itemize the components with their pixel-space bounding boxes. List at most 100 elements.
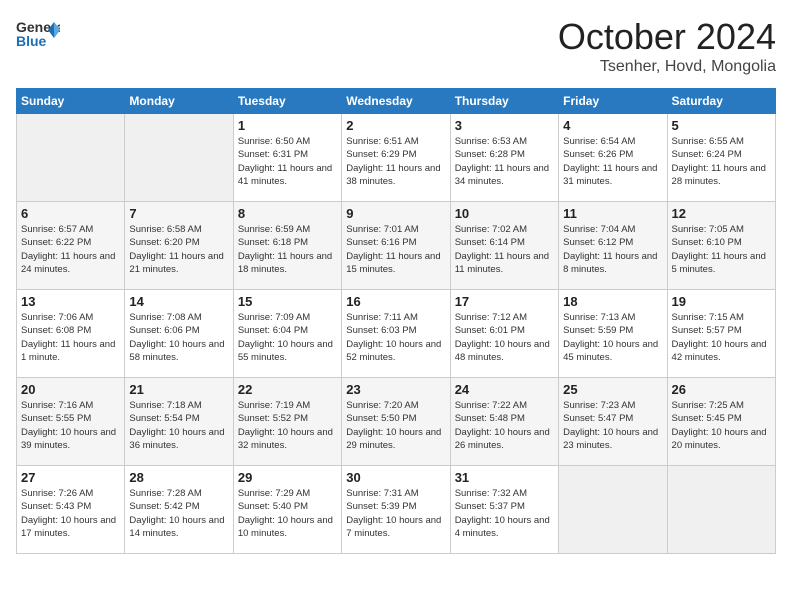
- day-number: 29: [238, 470, 337, 485]
- calendar-week-row: 13 Sunrise: 7:06 AM Sunset: 6:08 PM Dayli…: [17, 290, 776, 378]
- day-info: Sunrise: 7:29 AM Sunset: 5:40 PM Dayligh…: [238, 487, 337, 540]
- logo-icon: General Blue: [16, 16, 60, 54]
- day-number: 12: [672, 206, 771, 221]
- logo: General Blue: [16, 16, 60, 54]
- calendar-day-cell: 7Sunrise: 6:58 AM Sunset: 6:20 PM Daylig…: [125, 202, 233, 290]
- day-info: Sunrise: 6:51 AM Sunset: 6:29 PM Dayligh…: [346, 135, 445, 188]
- calendar-week-row: 20Sunrise: 7:16 AM Sunset: 5:55 PM Dayli…: [17, 378, 776, 466]
- calendar-header: SundayMondayTuesdayWednesdayThursdayFrid…: [17, 89, 776, 114]
- calendar-day-cell: 3Sunrise: 6:53 AM Sunset: 6:28 PM Daylig…: [450, 114, 558, 202]
- day-info: Sunrise: 7:01 AM Sunset: 6:16 PM Dayligh…: [346, 223, 445, 276]
- calendar-day-cell: 1Sunrise: 6:50 AM Sunset: 6:31 PM Daylig…: [233, 114, 341, 202]
- day-number: 31: [455, 470, 554, 485]
- calendar-day-cell: 17 Sunrise: 7:12 AM Sunset: 6:01 PM Dayli…: [450, 290, 558, 378]
- month-title: October 2024: [558, 16, 776, 58]
- calendar-week-row: 1Sunrise: 6:50 AM Sunset: 6:31 PM Daylig…: [17, 114, 776, 202]
- calendar-day-cell: 18 Sunrise: 7:13 AM Sunset: 5:59 PM Dayli…: [559, 290, 667, 378]
- day-number: 6: [21, 206, 120, 221]
- day-info: Sunrise: 7:15 AM Sunset: 5:57 PM Dayligh…: [672, 311, 771, 364]
- calendar-day-cell: 5Sunrise: 6:55 AM Sunset: 6:24 PM Daylig…: [667, 114, 775, 202]
- day-number: 17: [455, 294, 554, 309]
- calendar-day-cell: 28Sunrise: 7:28 AM Sunset: 5:42 PM Dayli…: [125, 466, 233, 554]
- day-info: Sunrise: 7:20 AM Sunset: 5:50 PM Dayligh…: [346, 399, 445, 452]
- calendar-day-cell: 23 Sunrise: 7:20 AM Sunset: 5:50 PM Dayli…: [342, 378, 450, 466]
- calendar-day-cell: 2Sunrise: 6:51 AM Sunset: 6:29 PM Daylig…: [342, 114, 450, 202]
- day-info: Sunrise: 7:12 AM Sunset: 6:01 PM Dayligh…: [455, 311, 554, 364]
- day-number: 26: [672, 382, 771, 397]
- weekday-header-row: SundayMondayTuesdayWednesdayThursdayFrid…: [17, 89, 776, 114]
- calendar-day-cell: 27 Sunrise: 7:26 AM Sunset: 5:43 PM Dayli…: [17, 466, 125, 554]
- day-info: Sunrise: 7:16 AM Sunset: 5:55 PM Dayligh…: [21, 399, 120, 452]
- calendar-day-cell: [125, 114, 233, 202]
- location-subtitle: Tsenher, Hovd, Mongolia: [558, 58, 776, 76]
- day-number: 15: [238, 294, 337, 309]
- day-info: Sunrise: 6:58 AM Sunset: 6:20 PM Dayligh…: [129, 223, 228, 276]
- day-number: 28: [129, 470, 228, 485]
- day-info: Sunrise: 7:06 AM Sunset: 6:08 PM Dayligh…: [21, 311, 120, 364]
- title-area: October 2024 Tsenher, Hovd, Mongolia: [558, 16, 776, 76]
- page-header: General Blue October 2024 Tsenher, Hovd,…: [16, 16, 776, 76]
- day-number: 16: [346, 294, 445, 309]
- day-number: 14: [129, 294, 228, 309]
- calendar-day-cell: 12 Sunrise: 7:05 AM Sunset: 6:10 PM Dayli…: [667, 202, 775, 290]
- calendar-day-cell: 19 Sunrise: 7:15 AM Sunset: 5:57 PM Dayli…: [667, 290, 775, 378]
- day-number: 27: [21, 470, 120, 485]
- day-info: Sunrise: 7:05 AM Sunset: 6:10 PM Dayligh…: [672, 223, 771, 276]
- calendar-day-cell: 14 Sunrise: 7:08 AM Sunset: 6:06 PM Dayli…: [125, 290, 233, 378]
- day-info: Sunrise: 7:04 AM Sunset: 6:12 PM Dayligh…: [563, 223, 662, 276]
- day-number: 21: [129, 382, 228, 397]
- calendar-day-cell: 11 Sunrise: 7:04 AM Sunset: 6:12 PM Dayli…: [559, 202, 667, 290]
- calendar-day-cell: 22Sunrise: 7:19 AM Sunset: 5:52 PM Dayli…: [233, 378, 341, 466]
- weekday-header-cell: Friday: [559, 89, 667, 114]
- day-info: Sunrise: 7:08 AM Sunset: 6:06 PM Dayligh…: [129, 311, 228, 364]
- day-info: Sunrise: 7:26 AM Sunset: 5:43 PM Dayligh…: [21, 487, 120, 540]
- day-info: Sunrise: 7:31 AM Sunset: 5:39 PM Dayligh…: [346, 487, 445, 540]
- calendar-week-row: 27 Sunrise: 7:26 AM Sunset: 5:43 PM Dayli…: [17, 466, 776, 554]
- day-number: 13: [21, 294, 120, 309]
- day-info: Sunrise: 6:59 AM Sunset: 6:18 PM Dayligh…: [238, 223, 337, 276]
- calendar-day-cell: 15 Sunrise: 7:09 AM Sunset: 6:04 PM Dayli…: [233, 290, 341, 378]
- calendar-day-cell: 6 Sunrise: 6:57 AM Sunset: 6:22 PM Daylig…: [17, 202, 125, 290]
- calendar-week-row: 6 Sunrise: 6:57 AM Sunset: 6:22 PM Daylig…: [17, 202, 776, 290]
- day-number: 25: [563, 382, 662, 397]
- day-number: 4: [563, 118, 662, 133]
- day-number: 9: [346, 206, 445, 221]
- day-info: Sunrise: 7:13 AM Sunset: 5:59 PM Dayligh…: [563, 311, 662, 364]
- calendar-day-cell: [17, 114, 125, 202]
- calendar-day-cell: 24 Sunrise: 7:22 AM Sunset: 5:48 PM Dayli…: [450, 378, 558, 466]
- day-info: Sunrise: 7:18 AM Sunset: 5:54 PM Dayligh…: [129, 399, 228, 452]
- day-number: 24: [455, 382, 554, 397]
- day-info: Sunrise: 7:22 AM Sunset: 5:48 PM Dayligh…: [455, 399, 554, 452]
- day-info: Sunrise: 6:54 AM Sunset: 6:26 PM Dayligh…: [563, 135, 662, 188]
- day-info: Sunrise: 7:25 AM Sunset: 5:45 PM Dayligh…: [672, 399, 771, 452]
- day-number: 5: [672, 118, 771, 133]
- day-number: 23: [346, 382, 445, 397]
- calendar-day-cell: 20Sunrise: 7:16 AM Sunset: 5:55 PM Dayli…: [17, 378, 125, 466]
- day-number: 30: [346, 470, 445, 485]
- day-info: Sunrise: 7:11 AM Sunset: 6:03 PM Dayligh…: [346, 311, 445, 364]
- day-number: 22: [238, 382, 337, 397]
- day-info: Sunrise: 6:57 AM Sunset: 6:22 PM Dayligh…: [21, 223, 120, 276]
- calendar-day-cell: 10Sunrise: 7:02 AM Sunset: 6:14 PM Dayli…: [450, 202, 558, 290]
- calendar-day-cell: 29 Sunrise: 7:29 AM Sunset: 5:40 PM Dayli…: [233, 466, 341, 554]
- calendar-day-cell: 31 Sunrise: 7:32 AM Sunset: 5:37 PM Dayli…: [450, 466, 558, 554]
- calendar-day-cell: 26 Sunrise: 7:25 AM Sunset: 5:45 PM Dayli…: [667, 378, 775, 466]
- weekday-header-cell: Tuesday: [233, 89, 341, 114]
- calendar-day-cell: [559, 466, 667, 554]
- weekday-header-cell: Thursday: [450, 89, 558, 114]
- day-number: 8: [238, 206, 337, 221]
- weekday-header-cell: Wednesday: [342, 89, 450, 114]
- calendar-day-cell: 4 Sunrise: 6:54 AM Sunset: 6:26 PM Daylig…: [559, 114, 667, 202]
- weekday-header-cell: Saturday: [667, 89, 775, 114]
- day-number: 11: [563, 206, 662, 221]
- day-info: Sunrise: 7:09 AM Sunset: 6:04 PM Dayligh…: [238, 311, 337, 364]
- calendar-day-cell: 30 Sunrise: 7:31 AM Sunset: 5:39 PM Dayli…: [342, 466, 450, 554]
- day-info: Sunrise: 7:32 AM Sunset: 5:37 PM Dayligh…: [455, 487, 554, 540]
- day-number: 18: [563, 294, 662, 309]
- day-info: Sunrise: 6:53 AM Sunset: 6:28 PM Dayligh…: [455, 135, 554, 188]
- day-number: 10: [455, 206, 554, 221]
- day-number: 19: [672, 294, 771, 309]
- calendar-day-cell: 9 Sunrise: 7:01 AM Sunset: 6:16 PM Daylig…: [342, 202, 450, 290]
- calendar-body: 1Sunrise: 6:50 AM Sunset: 6:31 PM Daylig…: [17, 114, 776, 554]
- calendar-day-cell: 21 Sunrise: 7:18 AM Sunset: 5:54 PM Dayli…: [125, 378, 233, 466]
